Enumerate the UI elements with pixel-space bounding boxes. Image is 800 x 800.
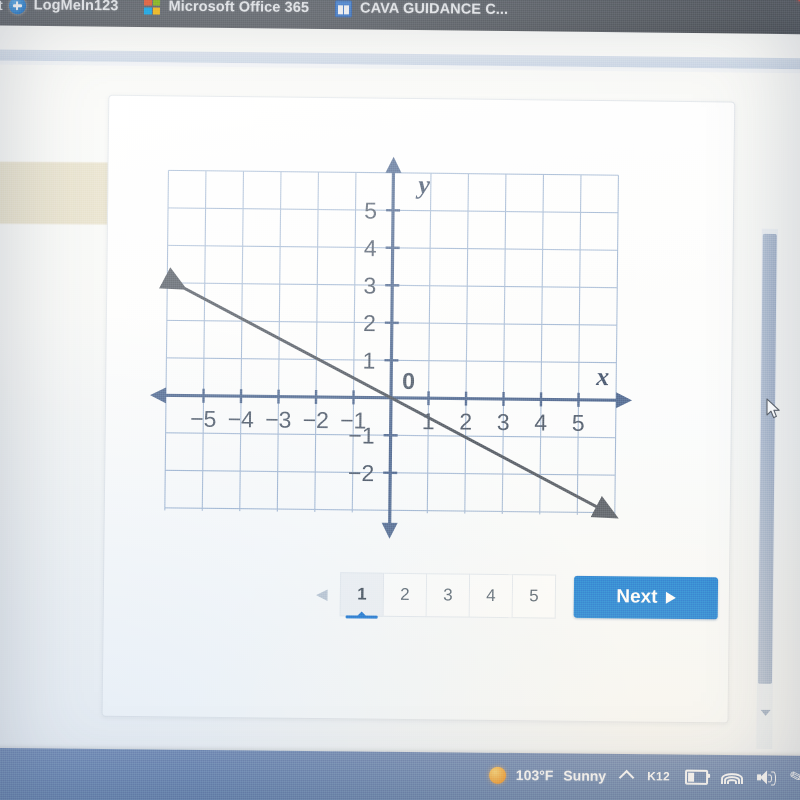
system-tray: 103°F Sunny K12 ✎ EN xyxy=(488,765,800,800)
chevron-up-icon[interactable] xyxy=(618,769,635,786)
browser-page: −5 −4 −3 −2 −1 1 2 3 4 5 5 4 3 2 1 −1 −2… xyxy=(0,25,800,775)
y-tick-label: 4 xyxy=(364,235,377,261)
weather-temperature: 103°F xyxy=(515,767,554,784)
pagination-page-2[interactable]: 2 xyxy=(383,572,428,618)
pagination-page-1[interactable]: 1 xyxy=(339,572,385,619)
wifi-icon[interactable] xyxy=(721,770,744,785)
x-tick-label: 4 xyxy=(534,409,547,435)
coordinate-graph: −5 −4 −3 −2 −1 1 2 3 4 5 5 4 3 2 1 −1 −2… xyxy=(142,148,640,545)
y-axis-label: y xyxy=(415,170,430,199)
pagination-page-label: 1 xyxy=(357,584,367,604)
x-tick-label: 2 xyxy=(459,409,472,435)
logmein-plus-icon xyxy=(8,0,26,14)
pagination-page-label: 5 xyxy=(529,586,539,606)
next-button[interactable]: Next xyxy=(573,575,719,620)
microsoft-logo-icon xyxy=(144,0,161,15)
pagination-page-4[interactable]: 4 xyxy=(469,573,514,619)
x-tick-label: −4 xyxy=(228,406,255,432)
y-tick-label: −1 xyxy=(348,422,375,448)
pagination-number-list: 1 2 3 4 5 xyxy=(339,572,557,619)
x-tick-label: 3 xyxy=(497,409,510,435)
question-content-card: −5 −4 −3 −2 −1 1 2 3 4 5 5 4 3 2 1 −1 −2… xyxy=(101,94,736,724)
y-axis-line xyxy=(388,164,396,529)
taskbar-item-logmein123[interactable]: LogMeIn123 xyxy=(8,0,119,15)
taskbar-cut-text: t xyxy=(0,0,3,14)
x-tick-label: −5 xyxy=(190,406,217,432)
y-tick-label: −2 xyxy=(348,460,375,486)
x-axis-label: x xyxy=(595,362,609,391)
coordinate-graph-svg: −5 −4 −3 −2 −1 1 2 3 4 5 5 4 3 2 1 −1 −2… xyxy=(150,156,633,539)
x-tick-label: −3 xyxy=(265,406,292,432)
cava-app-icon xyxy=(334,0,353,17)
sun-icon xyxy=(488,766,506,784)
taskbar-item-label: CAVA GUIDANCE C... xyxy=(359,0,509,18)
pagination-prev-button[interactable]: ◀ xyxy=(304,574,340,614)
pagination-page-5[interactable]: 5 xyxy=(512,574,557,619)
y-tick-label: 1 xyxy=(362,347,375,373)
pagination-page-label: 2 xyxy=(400,584,410,605)
taskbar-item-label: LogMeIn123 xyxy=(33,0,119,15)
x-tick-label: 5 xyxy=(572,410,585,436)
k12-tray-icon[interactable]: K12 xyxy=(647,769,670,783)
x-tick-label: −2 xyxy=(303,407,330,433)
pen-icon[interactable]: ✎ xyxy=(787,766,800,789)
pagination: ◀ 1 2 3 4 5 Next xyxy=(304,572,719,620)
scrollbar-down-arrow-icon[interactable] xyxy=(760,709,771,716)
battery-icon[interactable] xyxy=(684,769,709,785)
taskbar-item-microsoft-office-365[interactable]: Microsoft Office 365 xyxy=(144,0,309,16)
taskbar-item-cava-guidance[interactable]: CAVA GUIDANCE C... xyxy=(334,0,509,18)
y-tick-label: 5 xyxy=(364,197,377,223)
graph-axes xyxy=(162,164,623,529)
chevron-left-icon: ◀ xyxy=(316,585,328,604)
taskbar-weather-widget[interactable]: 103°F Sunny xyxy=(488,766,607,784)
pagination-page-3[interactable]: 3 xyxy=(426,573,471,618)
photo-of-screen: t LogMeIn123 Microsoft Office 365 CAVA G… xyxy=(0,0,800,800)
left-highlight-block xyxy=(0,161,123,225)
pagination-page-label: 4 xyxy=(486,585,496,605)
y-tick-label: 3 xyxy=(363,272,376,298)
active-page-caret-icon xyxy=(356,611,367,617)
pagination-page-label: 3 xyxy=(443,585,453,605)
windows-taskbar-bottom: 103°F Sunny K12 ✎ EN xyxy=(0,747,800,800)
graph-axis-names: y x xyxy=(415,170,609,391)
weather-condition: Sunny xyxy=(563,767,607,784)
origin-label: 0 xyxy=(402,368,415,394)
taskbar-item-label: Microsoft Office 365 xyxy=(168,0,310,17)
speaker-icon[interactable] xyxy=(757,770,777,786)
mouse-cursor xyxy=(766,398,780,419)
chevron-right-icon xyxy=(665,591,676,604)
y-tick-label: 2 xyxy=(363,310,376,336)
x-tick-label: 1 xyxy=(422,408,435,434)
graph-tick-labels: −5 −4 −3 −2 −1 1 2 3 4 5 5 4 3 2 1 −1 −2… xyxy=(190,197,585,486)
next-button-label: Next xyxy=(616,586,658,608)
